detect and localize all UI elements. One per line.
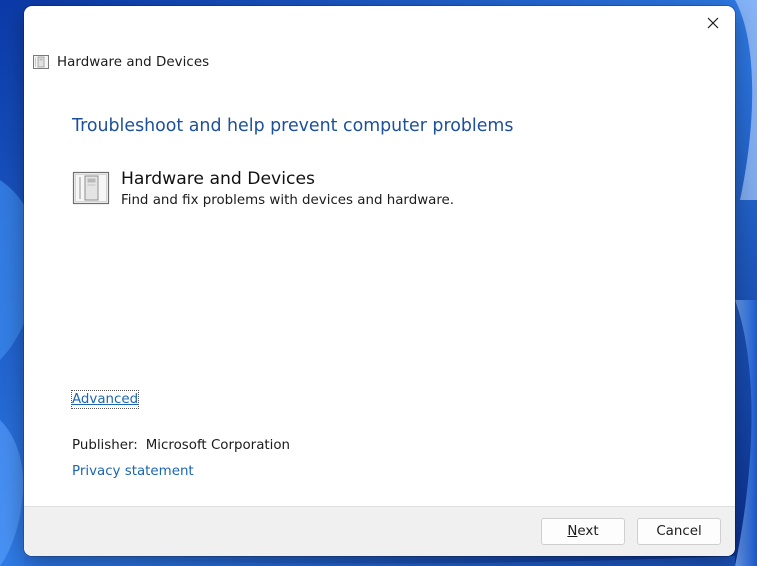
title-bar: Hardware and Devices [32, 52, 209, 72]
advanced-link[interactable]: Advanced [70, 390, 140, 409]
hardware-device-icon [32, 54, 50, 70]
dialog-footer: Next Cancel [24, 506, 735, 556]
window-title: Hardware and Devices [57, 54, 210, 70]
close-button[interactable] [691, 6, 735, 40]
item-description: Find and fix problems with devices and h… [121, 193, 455, 208]
next-button[interactable]: Next [541, 518, 625, 545]
page-heading: Troubleshoot and help prevent computer p… [72, 116, 514, 136]
item-text: Hardware and Devices Find and fix proble… [121, 168, 454, 211]
publisher-label: Publisher: [72, 438, 138, 453]
publisher-info: Publisher: Microsoft Corporation [72, 438, 290, 453]
troubleshooter-item: Hardware and Devices Find and fix proble… [72, 168, 454, 211]
close-icon [707, 17, 719, 29]
publisher-value: Microsoft Corporation [145, 438, 291, 453]
troubleshooter-dialog: Hardware and Devices Troubleshoot and he… [24, 6, 735, 556]
privacy-statement-link[interactable]: Privacy statement [72, 464, 194, 479]
cancel-button[interactable]: Cancel [637, 518, 721, 545]
hardware-device-icon [72, 171, 110, 209]
next-accelerator: N [567, 524, 578, 539]
next-label: ext [577, 524, 599, 539]
item-title: Hardware and Devices [121, 169, 315, 189]
